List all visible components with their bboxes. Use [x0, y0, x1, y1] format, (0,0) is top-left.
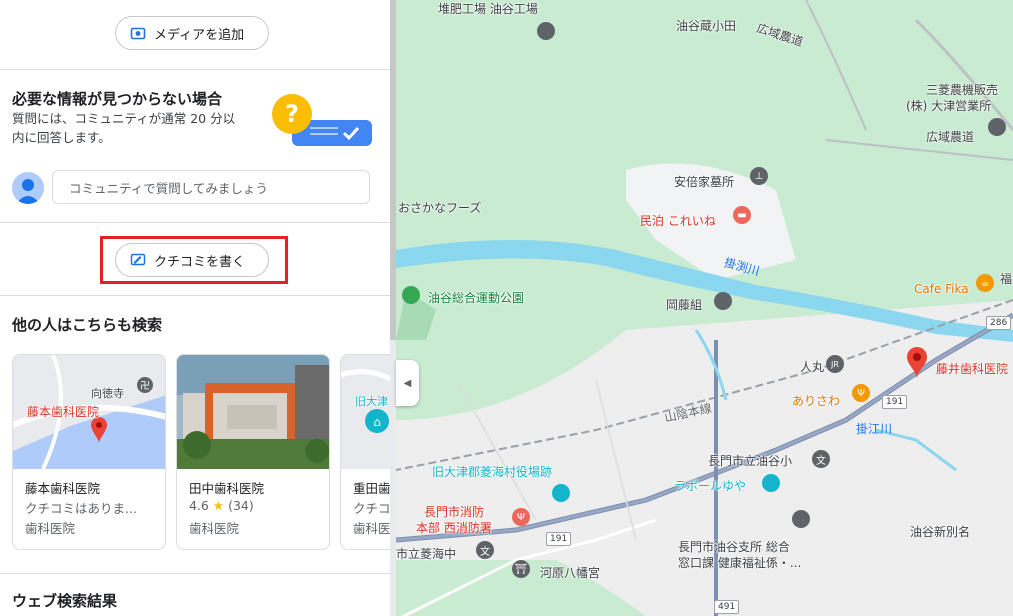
info-title: 必要な情報が見つからない場合 [12, 90, 223, 108]
map-label: ラポールゆや [674, 479, 747, 493]
map-label: 安倍家墓所 [674, 175, 735, 189]
related-place-card[interactable]: 田中歯科医院 4.6 ★ (34) 歯科医院 [176, 354, 330, 550]
map-label: 長門市油谷支所 総合 [678, 540, 790, 554]
place-rating: 4.6 ★ (34) [189, 498, 254, 513]
map-thumb-label: 向徳寺 [91, 387, 124, 400]
review-count: (34) [228, 498, 254, 513]
place-review-info: クチコミはありま... [25, 501, 137, 516]
map-label: 油谷新別名 [910, 525, 971, 539]
collapse-panel-button[interactable]: ◀ [396, 360, 419, 406]
info-text-1: 質問には、コミュニティが通常 20 分以 [12, 111, 236, 126]
route-shield: 191 [882, 395, 908, 409]
svg-text:?: ? [285, 100, 299, 128]
map-label: (株) 大津営業所 [906, 99, 992, 113]
map-label: 福 [1000, 272, 1013, 286]
fire-station-icon[interactable]: Ψ [512, 508, 530, 526]
map-label: 市立菱海中 [396, 547, 457, 561]
dentist-pin-icon[interactable] [906, 346, 928, 380]
landmark-icon[interactable] [552, 484, 570, 502]
place-photo [177, 355, 329, 469]
school-icon[interactable]: 文 [812, 450, 830, 468]
restaurant-icon[interactable]: Ψ [852, 384, 870, 402]
divider [0, 573, 390, 574]
pin-icon[interactable] [988, 118, 1006, 136]
park-icon[interactable] [402, 286, 420, 304]
star-icon: ★ [212, 498, 225, 513]
ask-community-input[interactable]: コミュニティで質問してみましょう [52, 170, 370, 204]
highlight-box [100, 236, 288, 284]
map-label: 長門市消防 [424, 505, 485, 519]
school-icon[interactable]: 文 [476, 541, 494, 559]
place-category: 歯科医 [353, 521, 390, 536]
place-category: 歯科医院 [189, 521, 240, 536]
svg-text:⌂: ⌂ [373, 415, 381, 429]
place-name: 重田歯 [353, 481, 390, 496]
pin-icon[interactable] [537, 22, 555, 40]
also-search-title: 他の人はこちらも検索 [12, 316, 163, 334]
pin-icon[interactable] [714, 292, 732, 310]
map-label: ありさわ [792, 394, 841, 408]
add-media-button[interactable]: メディアを追加 [115, 16, 269, 50]
qa-illustration-icon: ? [272, 94, 372, 146]
add-media-label: メディアを追加 [154, 27, 245, 43]
place-details-panel: メディアを追加 必要な情報が見つからない場合 質問には、コミュニティが通常 20… [0, 0, 390, 616]
map-label: 三菱農機販売 [926, 83, 999, 97]
map-label: 本部 西消防署 [416, 521, 492, 535]
map-label: 堆肥工場 油谷工場 [438, 2, 538, 16]
map-thumb-label: 藤本歯科医院 [27, 405, 100, 419]
hotel-icon[interactable]: ▬ [733, 206, 751, 224]
place-review-info: クチコ [353, 501, 390, 516]
svg-text:卍: 卍 [140, 380, 150, 392]
map-thumbnail: ⌂ 旧大津 [341, 355, 390, 469]
divider [0, 69, 390, 70]
divider [0, 222, 390, 223]
related-place-card[interactable]: 卍 向徳寺 藤本歯科医院 藤本歯科医院 クチコミはありま... 歯科医院 [12, 354, 166, 550]
cafe-icon[interactable]: ☕ [976, 274, 994, 292]
map-label: 河原八幡宮 [540, 566, 601, 580]
map-label: 人丸 [800, 360, 825, 374]
route-shield: 286 [986, 316, 1012, 330]
map-label: Cafe Fika [914, 282, 969, 296]
place-name: 田中歯科医院 [189, 481, 265, 496]
camera-icon [130, 27, 146, 40]
chevron-left-icon: ◀ [403, 377, 412, 389]
web-results-title: ウェブ検索結果 [12, 592, 118, 610]
map-label: 民泊 これいね [640, 214, 716, 228]
ask-placeholder: コミュニティで質問してみましょう [69, 180, 268, 196]
map-label: 旧大津郡菱海村役場跡 [432, 465, 553, 479]
landmark-icon[interactable]: ⊥ [750, 167, 768, 185]
place-category: 歯科医院 [25, 521, 76, 536]
info-text-2: 内に回答します。 [12, 130, 111, 145]
map-label: 油谷総合運動公園 [428, 291, 525, 305]
related-place-card[interactable]: ⌂ 旧大津 重田歯 クチコ 歯科医 [340, 354, 390, 550]
pin-icon[interactable] [792, 510, 810, 528]
map-thumb-label: 旧大津 [355, 395, 388, 408]
map-label: 長門市立油谷小 [708, 454, 793, 468]
rating-value: 4.6 [189, 498, 209, 513]
map-label: おさかなフーズ [398, 201, 482, 215]
map-thumbnail: 卍 向徳寺 藤本歯科医院 [13, 355, 165, 469]
divider [0, 295, 390, 296]
landmark-icon[interactable] [762, 474, 780, 492]
route-shield: 191 [546, 532, 572, 546]
train-icon[interactable]: JR [826, 355, 844, 373]
map-canvas[interactable]: 堆肥工場 油谷工場 油谷蔵小田 広域農道 三菱農機販売 (株) 大津営業所 広域… [396, 0, 1013, 616]
user-avatar [12, 172, 44, 204]
route-shield: 491 [714, 600, 740, 614]
map-label: 油谷蔵小田 [676, 19, 737, 33]
map-label: 掛江川 [856, 422, 893, 436]
map-label: 藤井歯科医院 [936, 362, 1009, 376]
map-label: 窓口課 健康福祉係・... [678, 556, 802, 570]
shrine-icon[interactable]: ⛩ [512, 560, 530, 578]
map-label: 広域農道 [926, 130, 975, 144]
place-name: 藤本歯科医院 [25, 481, 101, 496]
map-label: 岡藤組 [666, 298, 703, 312]
